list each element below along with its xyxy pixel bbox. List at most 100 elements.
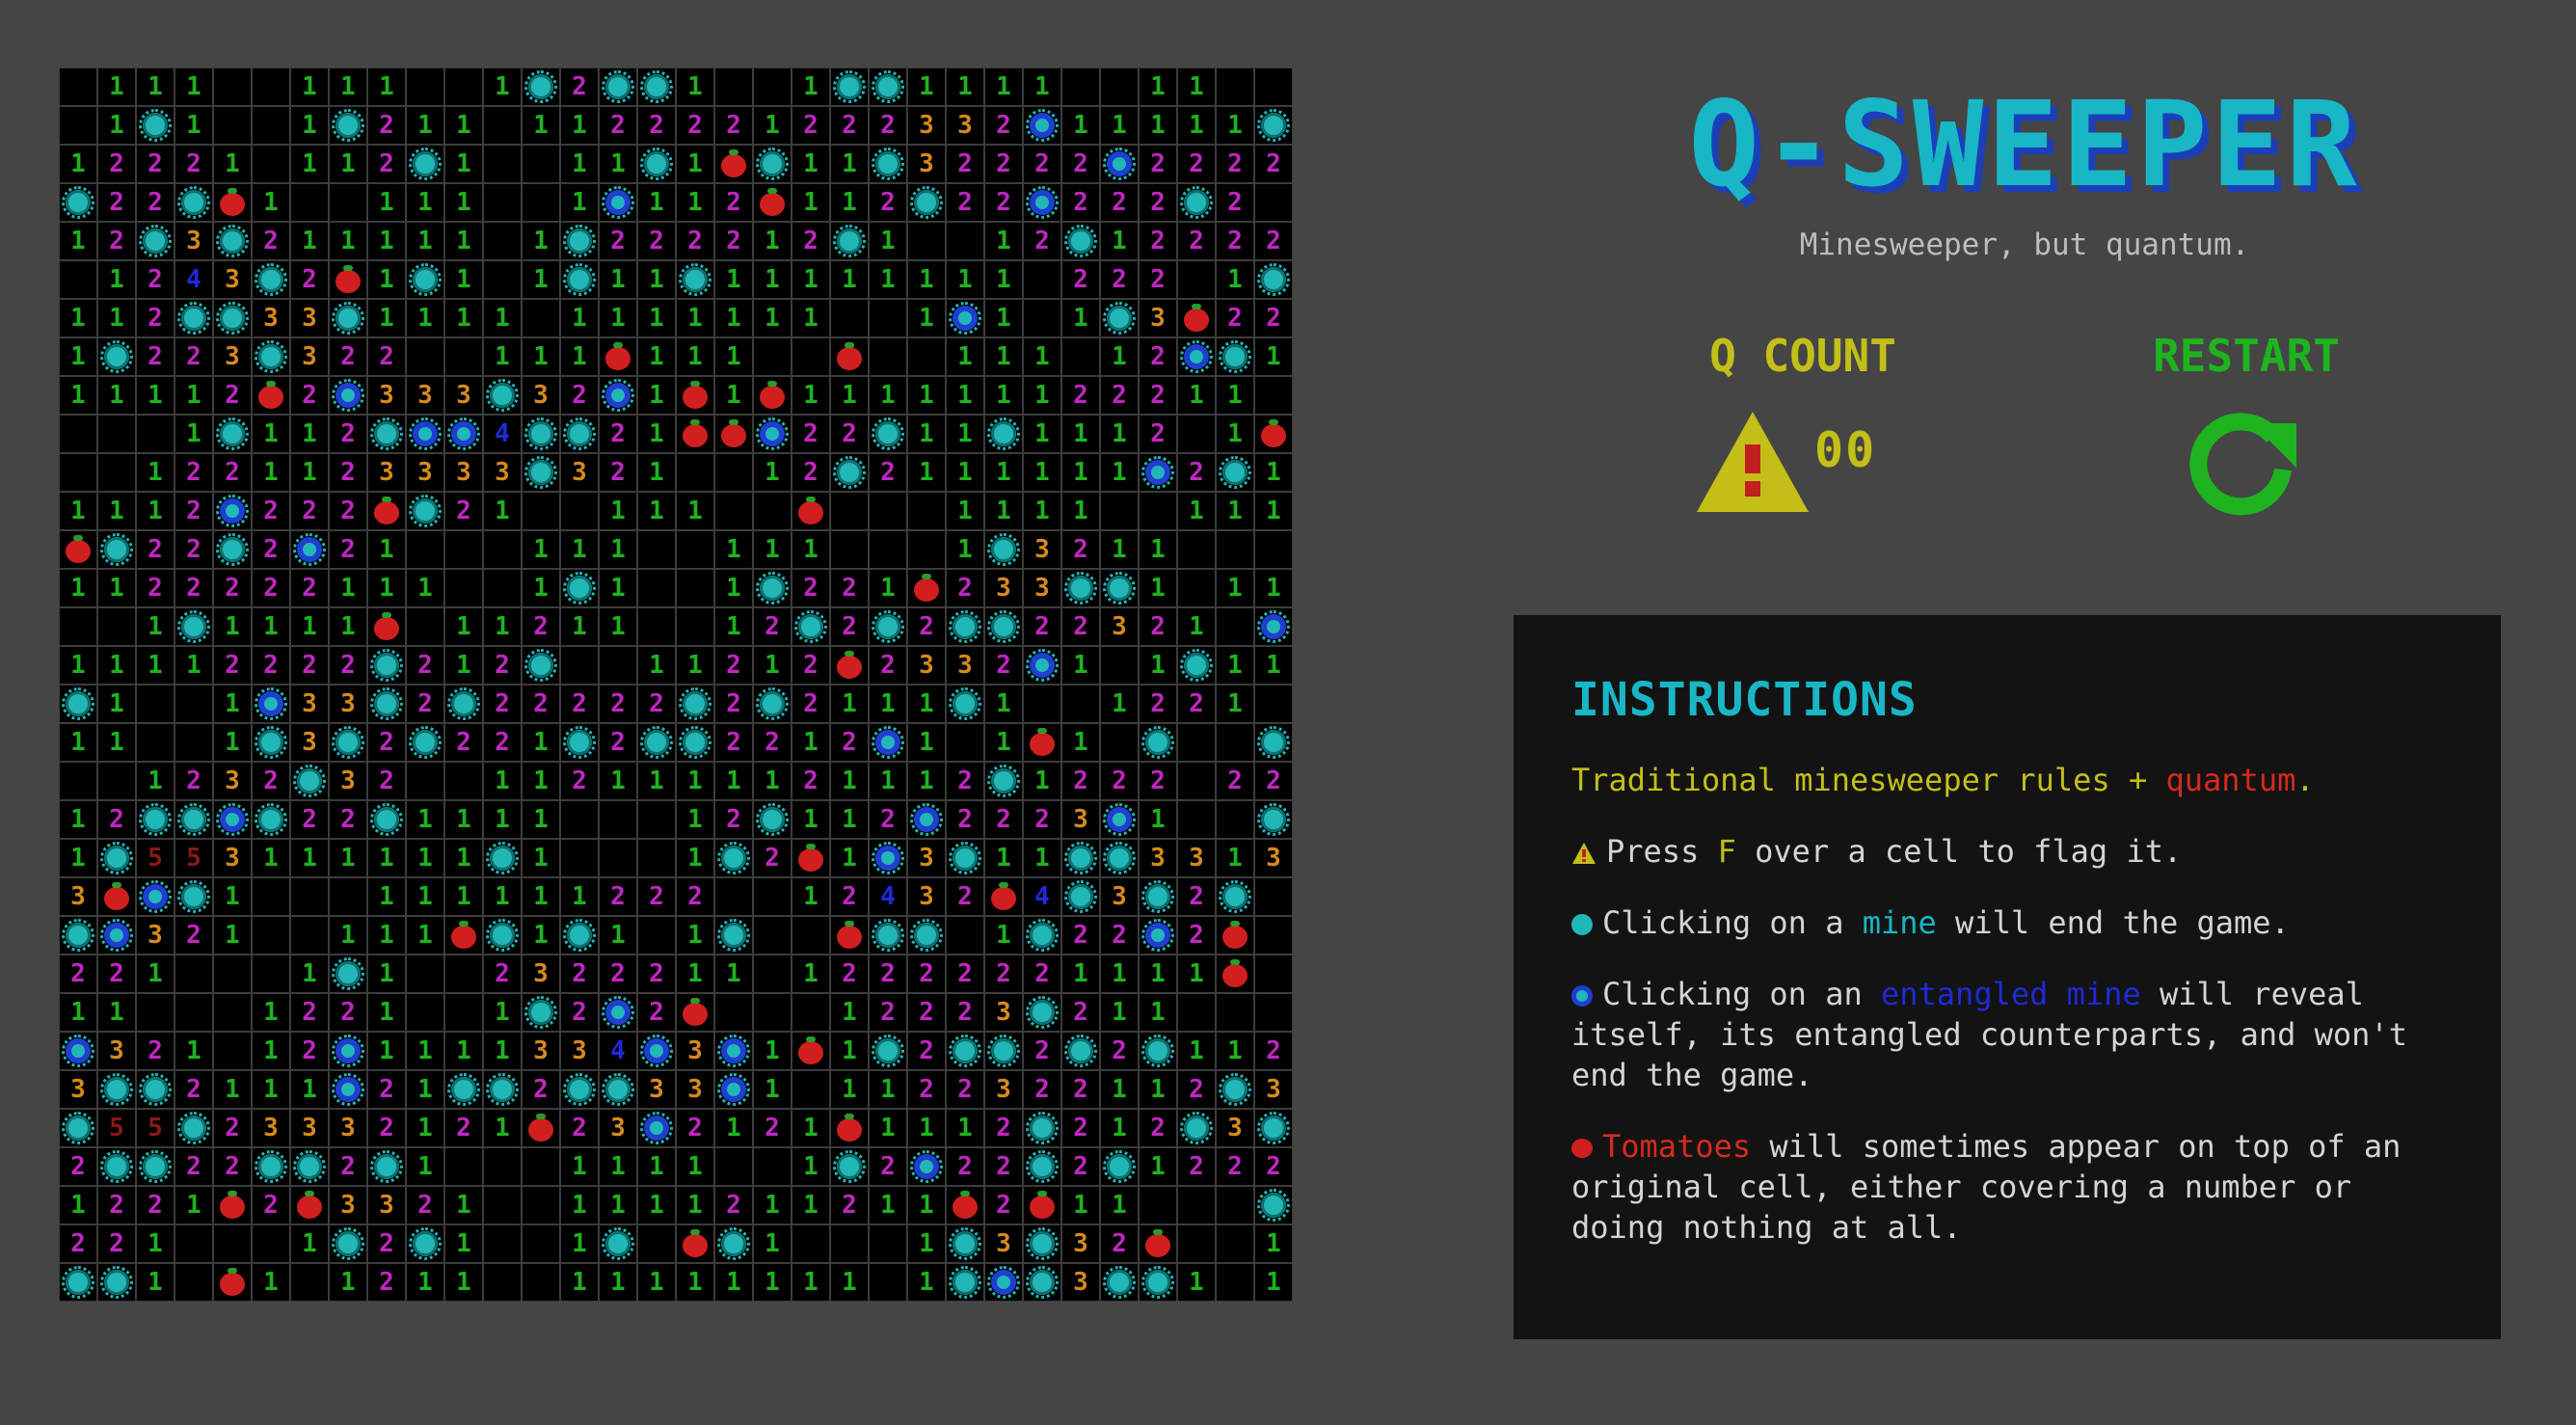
empty-cell[interactable] bbox=[59, 106, 97, 145]
empty-cell[interactable] bbox=[444, 1147, 483, 1186]
number-cell[interactable]: 1 bbox=[444, 260, 483, 299]
number-cell[interactable]: 2 bbox=[714, 685, 753, 723]
number-cell[interactable]: 2 bbox=[869, 646, 907, 685]
number-cell[interactable]: 2 bbox=[522, 607, 560, 646]
number-cell[interactable]: 2 bbox=[1177, 145, 1216, 183]
number-cell[interactable]: 3 bbox=[984, 569, 1023, 607]
empty-cell[interactable] bbox=[59, 415, 97, 453]
tomato-cell[interactable] bbox=[676, 993, 714, 1032]
number-cell[interactable]: 1 bbox=[136, 607, 174, 646]
mine-cell[interactable] bbox=[869, 415, 907, 453]
number-cell[interactable]: 1 bbox=[1254, 453, 1293, 492]
empty-cell[interactable] bbox=[830, 492, 869, 530]
number-cell[interactable]: 1 bbox=[946, 1109, 984, 1147]
number-cell[interactable]: 2 bbox=[1061, 376, 1100, 415]
number-cell[interactable]: 1 bbox=[830, 993, 869, 1032]
number-cell[interactable]: 2 bbox=[714, 800, 753, 839]
number-cell[interactable]: 1 bbox=[367, 183, 406, 222]
number-cell[interactable]: 3 bbox=[599, 1109, 637, 1147]
empty-cell[interactable] bbox=[1216, 607, 1254, 646]
number-cell[interactable]: 1 bbox=[907, 376, 946, 415]
mine-cell[interactable] bbox=[59, 685, 97, 723]
empty-cell[interactable] bbox=[1216, 1224, 1254, 1263]
mine-cell[interactable] bbox=[522, 67, 560, 106]
number-cell[interactable]: 1 bbox=[444, 1032, 483, 1070]
number-cell[interactable]: 1 bbox=[522, 839, 560, 877]
number-cell[interactable]: 1 bbox=[97, 569, 136, 607]
number-cell[interactable]: 2 bbox=[290, 492, 329, 530]
number-cell[interactable]: 1 bbox=[97, 723, 136, 762]
mine-cell[interactable] bbox=[483, 916, 522, 954]
empty-cell[interactable] bbox=[483, 1224, 522, 1263]
number-cell[interactable]: 3 bbox=[984, 993, 1023, 1032]
empty-cell[interactable] bbox=[753, 337, 792, 376]
number-cell[interactable]: 2 bbox=[1023, 954, 1061, 993]
tomato-cell[interactable] bbox=[676, 415, 714, 453]
number-cell[interactable]: 1 bbox=[1177, 376, 1216, 415]
empty-cell[interactable] bbox=[1254, 685, 1293, 723]
number-cell[interactable]: 2 bbox=[753, 839, 792, 877]
empty-cell[interactable] bbox=[59, 260, 97, 299]
number-cell[interactable]: 1 bbox=[792, 1147, 830, 1186]
empty-cell[interactable] bbox=[637, 1224, 676, 1263]
mine-cell[interactable] bbox=[637, 723, 676, 762]
empty-cell[interactable] bbox=[1254, 916, 1293, 954]
number-cell[interactable]: 2 bbox=[174, 1147, 213, 1186]
number-cell[interactable]: 1 bbox=[406, 222, 444, 260]
empty-cell[interactable] bbox=[522, 183, 560, 222]
empty-cell[interactable] bbox=[1177, 762, 1216, 800]
empty-cell[interactable] bbox=[522, 1186, 560, 1224]
number-cell[interactable]: 2 bbox=[599, 453, 637, 492]
number-cell[interactable]: 2 bbox=[174, 530, 213, 569]
empty-cell[interactable] bbox=[753, 877, 792, 916]
number-cell[interactable]: 4 bbox=[174, 260, 213, 299]
number-cell[interactable]: 1 bbox=[213, 916, 252, 954]
empty-cell[interactable] bbox=[907, 530, 946, 569]
number-cell[interactable]: 2 bbox=[1216, 299, 1254, 337]
number-cell[interactable]: 1 bbox=[1177, 607, 1216, 646]
number-cell[interactable]: 3 bbox=[252, 299, 290, 337]
empty-cell[interactable] bbox=[252, 1224, 290, 1263]
number-cell[interactable]: 2 bbox=[1023, 145, 1061, 183]
number-cell[interactable]: 1 bbox=[522, 106, 560, 145]
empty-cell[interactable] bbox=[869, 492, 907, 530]
number-cell[interactable]: 2 bbox=[560, 993, 599, 1032]
number-cell[interactable]: 1 bbox=[869, 260, 907, 299]
empty-cell[interactable] bbox=[174, 993, 213, 1032]
number-cell[interactable]: 1 bbox=[522, 877, 560, 916]
number-cell[interactable]: 2 bbox=[1100, 376, 1139, 415]
number-cell[interactable]: 2 bbox=[136, 260, 174, 299]
number-cell[interactable]: 2 bbox=[946, 800, 984, 839]
number-cell[interactable]: 2 bbox=[1100, 1224, 1139, 1263]
number-cell[interactable]: 2 bbox=[136, 145, 174, 183]
number-cell[interactable]: 1 bbox=[444, 800, 483, 839]
number-cell[interactable]: 2 bbox=[1216, 222, 1254, 260]
empty-cell[interactable] bbox=[946, 222, 984, 260]
number-cell[interactable]: 1 bbox=[1216, 260, 1254, 299]
number-cell[interactable]: 2 bbox=[1254, 1147, 1293, 1186]
entangled-mine-cell[interactable] bbox=[329, 1070, 367, 1109]
tomato-cell[interactable] bbox=[792, 492, 830, 530]
number-cell[interactable]: 1 bbox=[1216, 839, 1254, 877]
number-cell[interactable]: 3 bbox=[97, 1032, 136, 1070]
tomato-cell[interactable] bbox=[714, 415, 753, 453]
mine-cell[interactable] bbox=[560, 260, 599, 299]
entangled-mine-cell[interactable] bbox=[290, 530, 329, 569]
number-cell[interactable]: 1 bbox=[444, 183, 483, 222]
number-cell[interactable]: 2 bbox=[599, 685, 637, 723]
mine-cell[interactable] bbox=[522, 415, 560, 453]
empty-cell[interactable] bbox=[522, 492, 560, 530]
number-cell[interactable]: 1 bbox=[522, 800, 560, 839]
empty-cell[interactable] bbox=[329, 183, 367, 222]
number-cell[interactable]: 1 bbox=[1177, 492, 1216, 530]
empty-cell[interactable] bbox=[676, 530, 714, 569]
number-cell[interactable]: 2 bbox=[97, 800, 136, 839]
number-cell[interactable]: 1 bbox=[1216, 376, 1254, 415]
empty-cell[interactable] bbox=[869, 337, 907, 376]
number-cell[interactable]: 1 bbox=[522, 222, 560, 260]
number-cell[interactable]: 2 bbox=[1061, 183, 1100, 222]
number-cell[interactable]: 1 bbox=[1139, 106, 1177, 145]
number-cell[interactable]: 2 bbox=[329, 453, 367, 492]
number-cell[interactable]: 1 bbox=[714, 569, 753, 607]
number-cell[interactable]: 2 bbox=[59, 954, 97, 993]
